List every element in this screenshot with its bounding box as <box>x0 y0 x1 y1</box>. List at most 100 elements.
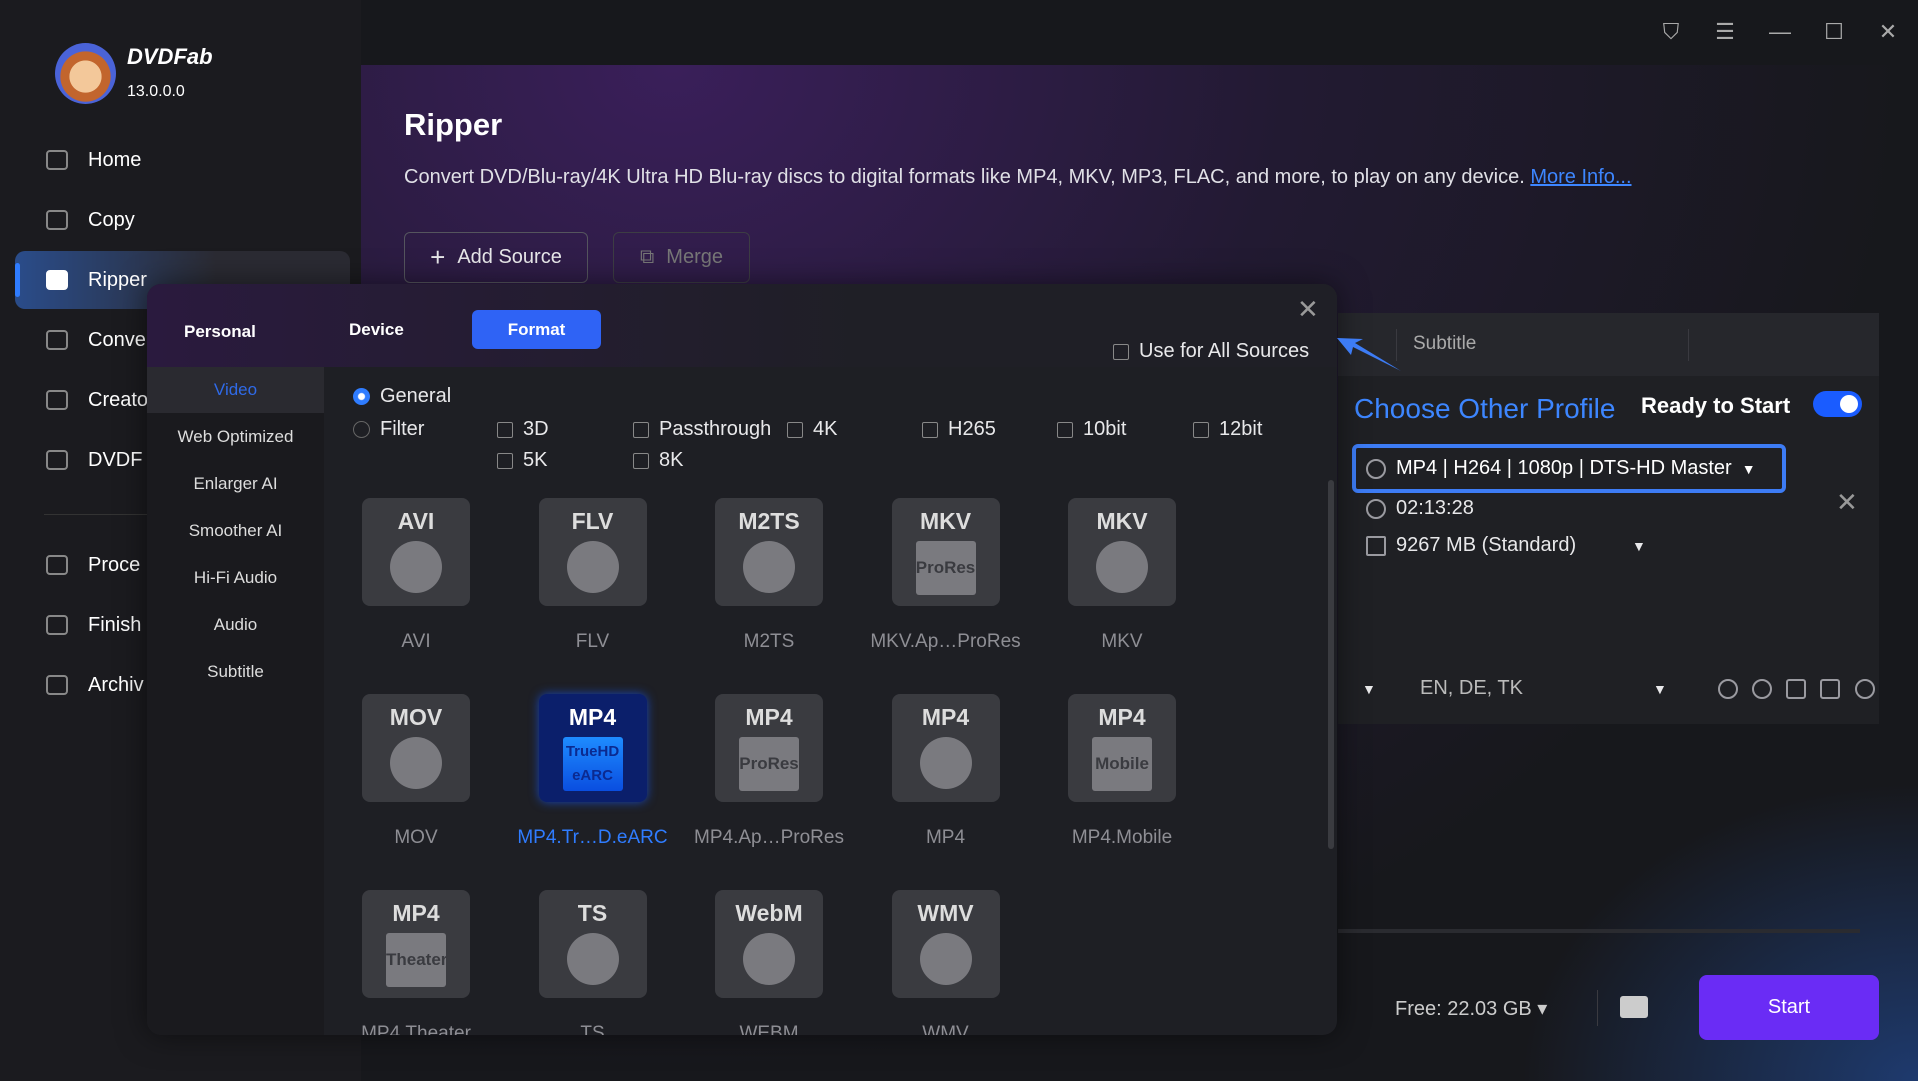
format-tile[interactable]: WebM <box>715 890 823 998</box>
cancel-icon[interactable] <box>1855 679 1875 699</box>
processing-icon <box>46 555 68 575</box>
format-tile[interactable]: MP4Theater <box>362 890 470 998</box>
format-badge: ProRes <box>739 737 799 791</box>
filter-3d[interactable]: 3D <box>497 418 549 441</box>
format-label[interactable]: MKV <box>1032 631 1212 653</box>
filter-label: 5K <box>523 449 547 472</box>
format-title: MKV <box>892 508 1000 535</box>
category-video[interactable]: Video <box>147 367 324 413</box>
audio-dropdown-icon[interactable]: ▼ <box>1362 681 1376 697</box>
skin-icon[interactable]: ⛉ <box>1659 20 1683 44</box>
filter-label: Passthrough <box>659 418 771 441</box>
category-web-optimized[interactable]: Web Optimized <box>147 414 324 460</box>
format-tile[interactable]: MKVProRes <box>892 498 1000 606</box>
format-label[interactable]: MP4 <box>856 827 1036 849</box>
checkbox-box <box>922 422 938 438</box>
category-smoother-ai[interactable]: Smoother AI <box>147 508 324 554</box>
format-label[interactable]: MOV <box>326 827 506 849</box>
format-tile[interactable]: AVI <box>362 498 470 606</box>
sidebar-item-copy[interactable]: Copy <box>15 191 350 249</box>
add-source-button[interactable]: +Add Source <box>404 232 588 283</box>
format-tile[interactable]: MP4 <box>892 694 1000 802</box>
duration-text: 02:13:28 <box>1396 497 1474 520</box>
category-audio[interactable]: Audio <box>147 602 324 648</box>
format-title: MP4 <box>892 704 1000 731</box>
tab-format[interactable]: Format <box>472 310 601 349</box>
radio-filter[interactable]: Filter <box>353 418 424 441</box>
more-info-link[interactable]: More Info... <box>1530 166 1631 188</box>
format-label[interactable]: FLV <box>503 631 683 653</box>
filter-passthrough[interactable]: Passthrough <box>633 418 771 441</box>
format-tile[interactable]: MKV <box>1068 498 1176 606</box>
dvdfab-icon <box>46 450 68 470</box>
merge-button[interactable]: ⧉Merge <box>613 232 750 283</box>
duration: 02:13:28 <box>1366 497 1474 520</box>
maximize-icon[interactable]: ☐ <box>1822 20 1846 44</box>
start-button[interactable]: Start <box>1699 975 1879 1040</box>
creator-icon <box>46 390 68 410</box>
folder-icon[interactable] <box>1620 996 1648 1018</box>
filter-h265[interactable]: H265 <box>922 418 996 441</box>
format-tile[interactable]: MP4TrueHD eARC <box>539 694 647 802</box>
format-label[interactable]: MKV.Ap…ProRes <box>856 631 1036 653</box>
sidebar-item-label: Finish <box>88 614 141 637</box>
format-label[interactable]: AVI <box>326 631 506 653</box>
radio-circle <box>353 388 370 405</box>
tab-device[interactable]: Device <box>349 320 404 340</box>
filter-8k[interactable]: 8K <box>633 449 683 472</box>
scrollbar[interactable] <box>1328 480 1334 849</box>
ready-toggle[interactable] <box>1813 391 1862 417</box>
close-icon[interactable]: ✕ <box>1876 20 1900 44</box>
trim-video-icon[interactable] <box>1820 679 1840 699</box>
format-label[interactable]: M2TS <box>679 631 859 653</box>
ready-to-start-label: Ready to Start <box>1641 393 1790 419</box>
sidebar-item-label: Proce <box>88 554 140 577</box>
format-label[interactable]: MP4.Mobile <box>1032 827 1212 849</box>
remove-source-icon[interactable]: ✕ <box>1836 487 1858 518</box>
format-label[interactable]: WEBM <box>679 1023 859 1035</box>
format-tile[interactable]: MP4Mobile <box>1068 694 1176 802</box>
format-tile[interactable]: TS <box>539 890 647 998</box>
category-enlarger-ai[interactable]: Enlarger AI <box>147 461 324 507</box>
category-hi-fi-audio[interactable]: Hi-Fi Audio <box>147 555 324 601</box>
format-tile[interactable]: MP4ProRes <box>715 694 823 802</box>
size-dropdown-icon[interactable]: ▼ <box>1632 538 1646 554</box>
format-label[interactable]: WMV <box>856 1023 1036 1035</box>
dialog-close-icon[interactable]: ✕ <box>1297 294 1319 325</box>
tab-personal[interactable]: Personal <box>184 322 256 342</box>
use-for-all-checkbox[interactable]: Use for All Sources <box>1113 340 1309 363</box>
format-label[interactable]: TS <box>503 1023 683 1035</box>
format-label[interactable]: MP4.Tr…D.eARC <box>503 827 683 849</box>
sidebar-item-label: Home <box>88 149 141 172</box>
menu-icon[interactable]: ☰ <box>1713 20 1737 44</box>
format-icon <box>920 737 972 789</box>
filter-12bit[interactable]: 12bit <box>1193 418 1262 441</box>
sidebar-item-home[interactable]: Home <box>15 131 350 189</box>
subtitle-dropdown-icon[interactable]: ▼ <box>1653 681 1667 697</box>
format-label[interactable]: MP4.Theater <box>326 1023 506 1035</box>
radio-general[interactable]: General <box>353 385 451 408</box>
format-tile[interactable]: FLV <box>539 498 647 606</box>
filter-4k[interactable]: 4K <box>787 418 837 441</box>
size-text: 9267 MB (Standard) <box>1396 534 1576 557</box>
filter-10bit[interactable]: 10bit <box>1057 418 1126 441</box>
filter-label: 3D <box>523 418 549 441</box>
filter-label: 8K <box>659 449 683 472</box>
format-tile[interactable]: M2TS <box>715 498 823 606</box>
settings-icon[interactable] <box>1752 679 1772 699</box>
free-space-selector[interactable]: Free: 22.03 GB ▾ <box>1395 996 1547 1021</box>
panel-header: Subtitle <box>1338 313 1879 376</box>
format-tile[interactable]: WMV <box>892 890 1000 998</box>
choose-other-profile-link[interactable]: Choose Other Profile <box>1354 393 1615 425</box>
format-tile[interactable]: MOV <box>362 694 470 802</box>
format-label[interactable]: MP4.Ap…ProRes <box>679 827 859 849</box>
play-icon[interactable] <box>1718 679 1738 699</box>
filter-5k[interactable]: 5K <box>497 449 547 472</box>
profile-selector[interactable]: MP4 | H264 | 1080p | DTS-HD Master▼ <box>1352 444 1786 493</box>
edit-video-icon[interactable] <box>1786 679 1806 699</box>
minimize-icon[interactable]: — <box>1768 20 1792 44</box>
merge-label: Merge <box>666 246 723 269</box>
category-subtitle[interactable]: Subtitle <box>147 649 324 695</box>
format-icon <box>743 933 795 985</box>
sidebar-item-label: Creato <box>88 389 148 412</box>
